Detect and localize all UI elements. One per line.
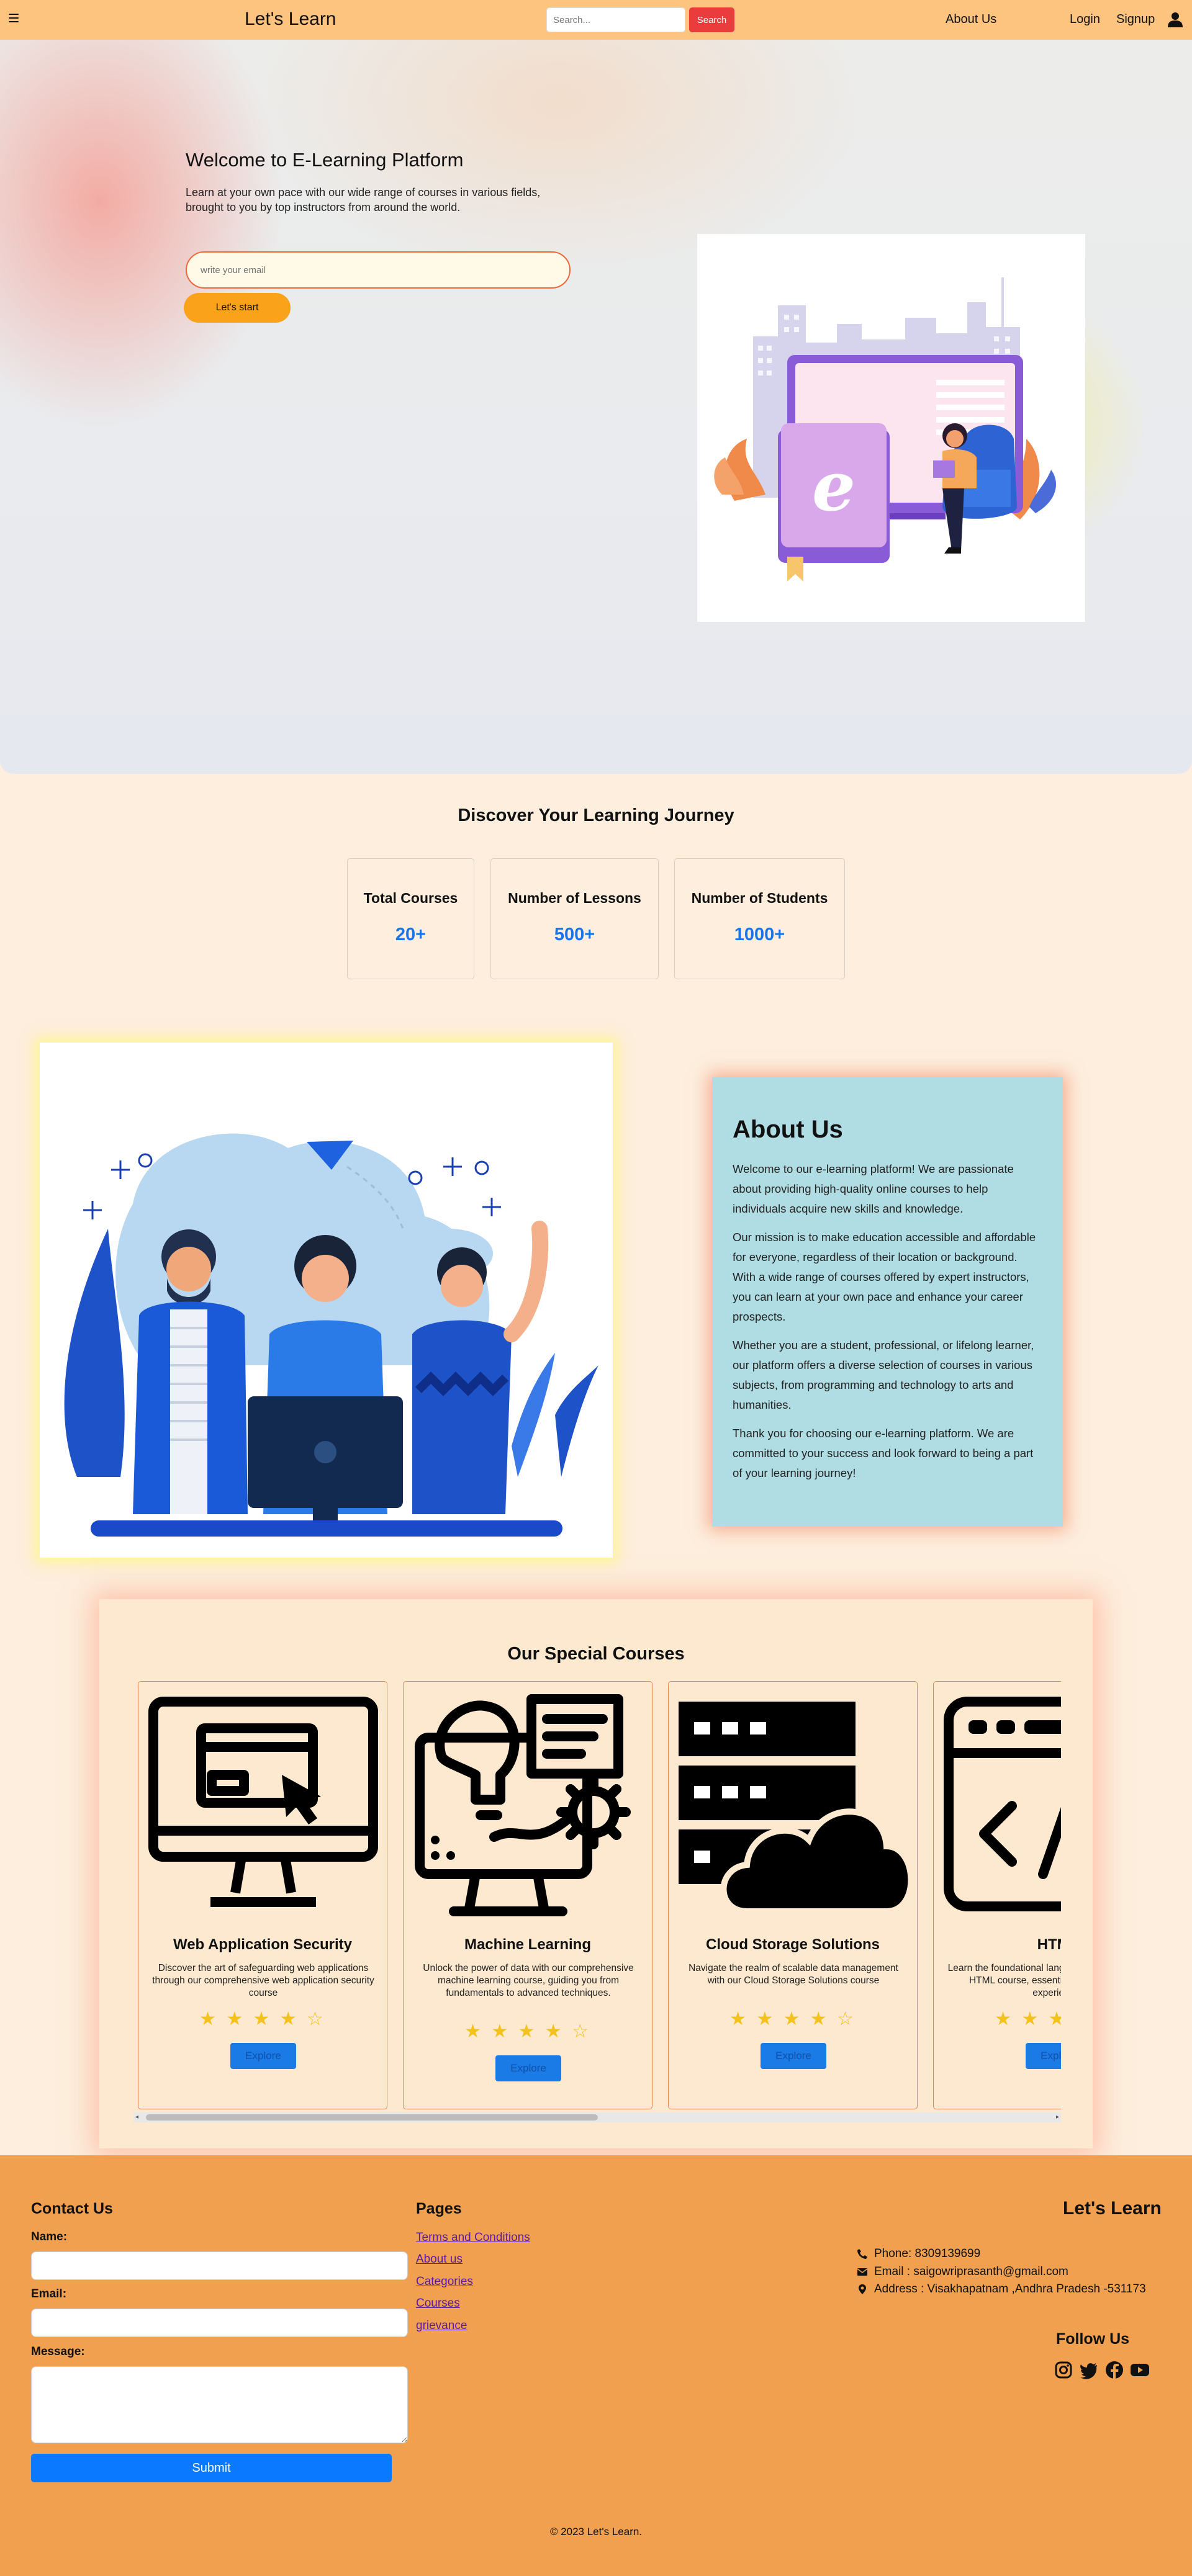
- facebook-icon[interactable]: [1104, 2360, 1124, 2380]
- stat-label: Number of Lessons: [508, 890, 641, 906]
- explore-button[interactable]: Explore: [1026, 2043, 1061, 2069]
- course-card-html: HTML Learn the foundational language of …: [933, 1681, 1061, 2109]
- courses-scrollbar[interactable]: ◂ ▸: [133, 2112, 1061, 2122]
- contact-email: Email : saigowriprasanth@gmail.com: [857, 2265, 1068, 2279]
- course-description: Learn the foundational language of the w…: [947, 1963, 1061, 1998]
- hamburger-menu-icon[interactable]: [9, 14, 19, 22]
- contact-address: Address : Visakhapatnam ,Andhra Pradesh …: [857, 2282, 1146, 2296]
- hero-description: Learn at your own pace with our wide ran…: [186, 186, 541, 213]
- footer-link-categories[interactable]: Categories: [416, 2275, 473, 2289]
- nav-link-about-us[interactable]: About Us: [946, 12, 996, 27]
- pages-title: Pages: [416, 2200, 462, 2217]
- stat-value: 500+: [554, 925, 595, 945]
- user-icon[interactable]: [1167, 11, 1183, 27]
- explore-button[interactable]: Explore: [761, 2043, 826, 2069]
- footer-link-grievance[interactable]: grievance: [416, 2319, 467, 2333]
- email-field[interactable]: [31, 2309, 408, 2337]
- stat-card-total-courses: Total Courses 20+: [347, 858, 474, 979]
- search-button[interactable]: Search: [689, 7, 734, 32]
- stat-card-students: Number of Students 1000+: [674, 858, 845, 979]
- brand-logo[interactable]: Let's Learn: [245, 9, 336, 30]
- hero-title: Welcome to E-Learning Platform: [186, 149, 464, 171]
- email-text: Email : saigowriprasanth@gmail.com: [874, 2265, 1068, 2278]
- course-description: Unlock the power of data with our compre…: [423, 1963, 634, 1998]
- about-paragraph: Welcome to our e-learning platform! We a…: [733, 1162, 1014, 1215]
- special-courses-section: Our Special Courses Web Application Secu…: [99, 1599, 1093, 2148]
- stat-label: Total Courses: [363, 890, 458, 906]
- scroll-left-arrow-icon[interactable]: ◂: [135, 2114, 138, 2120]
- course-name: HTML: [1037, 1936, 1061, 1953]
- rating-stars-icon: ★ ★ ★ ★ ☆: [995, 2009, 1061, 2029]
- copyright-text: © 2023 Let's Learn.: [549, 2526, 643, 2538]
- name-label: Name:: [31, 2230, 68, 2243]
- rating-stars-icon: ★ ★ ★ ★ ☆: [729, 2009, 856, 2029]
- about-paragraphs: Welcome to our e-learning platform! We a…: [733, 1159, 1043, 1492]
- submit-button[interactable]: Submit: [31, 2454, 392, 2482]
- stat-label: Number of Students: [691, 890, 828, 906]
- message-label: Message:: [31, 2345, 85, 2358]
- course-name: Cloud Storage Solutions: [706, 1936, 880, 1953]
- about-card: About Us Welcome to our e-learning platf…: [712, 1077, 1063, 1527]
- explore-button[interactable]: Explore: [495, 2055, 561, 2081]
- footer-link-terms[interactable]: Terms and Conditions: [416, 2231, 530, 2245]
- elearning-illustration-icon: e: [714, 277, 1056, 581]
- scroll-right-arrow-icon[interactable]: ▸: [1056, 2114, 1059, 2120]
- contact-phone: Phone: 8309139699: [857, 2247, 980, 2261]
- phone-text: Phone: 8309139699: [874, 2247, 981, 2260]
- computer-cursor-icon: [148, 1697, 378, 1907]
- cloud-server-icon: [679, 1702, 914, 1914]
- courses-title: Our Special Courses: [507, 1644, 685, 1664]
- email-label: Email:: [31, 2287, 67, 2300]
- phone-icon: [857, 2249, 867, 2259]
- explore-button[interactable]: Explore: [230, 2043, 296, 2069]
- code-window-icon: [944, 1697, 1061, 1911]
- stat-value: 1000+: [734, 925, 785, 945]
- footer-link-about[interactable]: About us: [416, 2253, 463, 2266]
- course-card-machine-learning: Machine Learning Unlock the power of dat…: [403, 1681, 652, 2109]
- stat-card-lessons: Number of Lessons 500+: [490, 858, 659, 979]
- footer: Contact Us Name: Email: Message: Submit …: [0, 2155, 1192, 2576]
- instagram-icon[interactable]: [1054, 2360, 1073, 2380]
- footer-link-courses[interactable]: Courses: [416, 2297, 460, 2310]
- course-name: Machine Learning: [464, 1936, 592, 1953]
- address-text: Address : Visakhapatnam ,Andhra Pradesh …: [874, 2282, 1146, 2296]
- courses-carousel[interactable]: Web Application Security Discover the ar…: [138, 1681, 1061, 2109]
- course-description: Navigate the realm of scalable data mana…: [689, 1963, 898, 1986]
- machine-learning-icon: [415, 1694, 631, 1916]
- course-name: Web Application Security: [173, 1936, 353, 1953]
- about-paragraph: Whether you are a student, professional,…: [733, 1339, 1034, 1411]
- nav-link-login[interactable]: Login: [1070, 12, 1100, 27]
- name-field[interactable]: [31, 2251, 408, 2280]
- navbar: Let's Learn Search About Us Login Signup: [0, 0, 1192, 40]
- search-input[interactable]: [546, 7, 685, 32]
- rating-stars-icon: ★ ★ ★ ★ ☆: [199, 2009, 326, 2029]
- location-pin-icon: [859, 2284, 866, 2294]
- course-card-web-security: Web Application Security Discover the ar…: [138, 1681, 387, 2109]
- about-illustration: [40, 1043, 613, 1558]
- course-description: Discover the art of safeguarding web app…: [152, 1963, 374, 1998]
- twitter-icon[interactable]: [1079, 2360, 1099, 2380]
- hero-section: Welcome to E-Learning Platform Learn at …: [0, 40, 1192, 774]
- stat-value: 20+: [395, 925, 427, 945]
- footer-brand: Let's Learn: [1063, 2198, 1162, 2219]
- about-paragraph: Thank you for choosing our e-learning pl…: [733, 1427, 1034, 1479]
- rating-stars-icon: ★ ★ ★ ★ ☆: [464, 2021, 591, 2042]
- svg-text:e: e: [812, 446, 856, 526]
- contact-us-title: Contact Us: [31, 2200, 113, 2217]
- about-title: About Us: [733, 1116, 843, 1143]
- hero-illustration: e: [697, 234, 1085, 622]
- message-field[interactable]: [31, 2366, 408, 2443]
- about-paragraph: Our mission is to make education accessi…: [733, 1231, 1036, 1323]
- scroll-thumb[interactable]: [146, 2114, 598, 2120]
- lets-start-button[interactable]: Let's start: [184, 293, 291, 323]
- hero-email-input[interactable]: [186, 251, 571, 289]
- team-illustration-icon: [64, 1133, 598, 1537]
- youtube-icon[interactable]: [1130, 2360, 1150, 2380]
- follow-us-title: Follow Us: [1056, 2330, 1130, 2348]
- stats-title: Discover Your Learning Journey: [458, 806, 734, 825]
- envelope-icon: [857, 2268, 868, 2276]
- nav-link-signup[interactable]: Signup: [1116, 12, 1155, 27]
- course-card-cloud-storage: Cloud Storage Solutions Navigate the rea…: [668, 1681, 918, 2109]
